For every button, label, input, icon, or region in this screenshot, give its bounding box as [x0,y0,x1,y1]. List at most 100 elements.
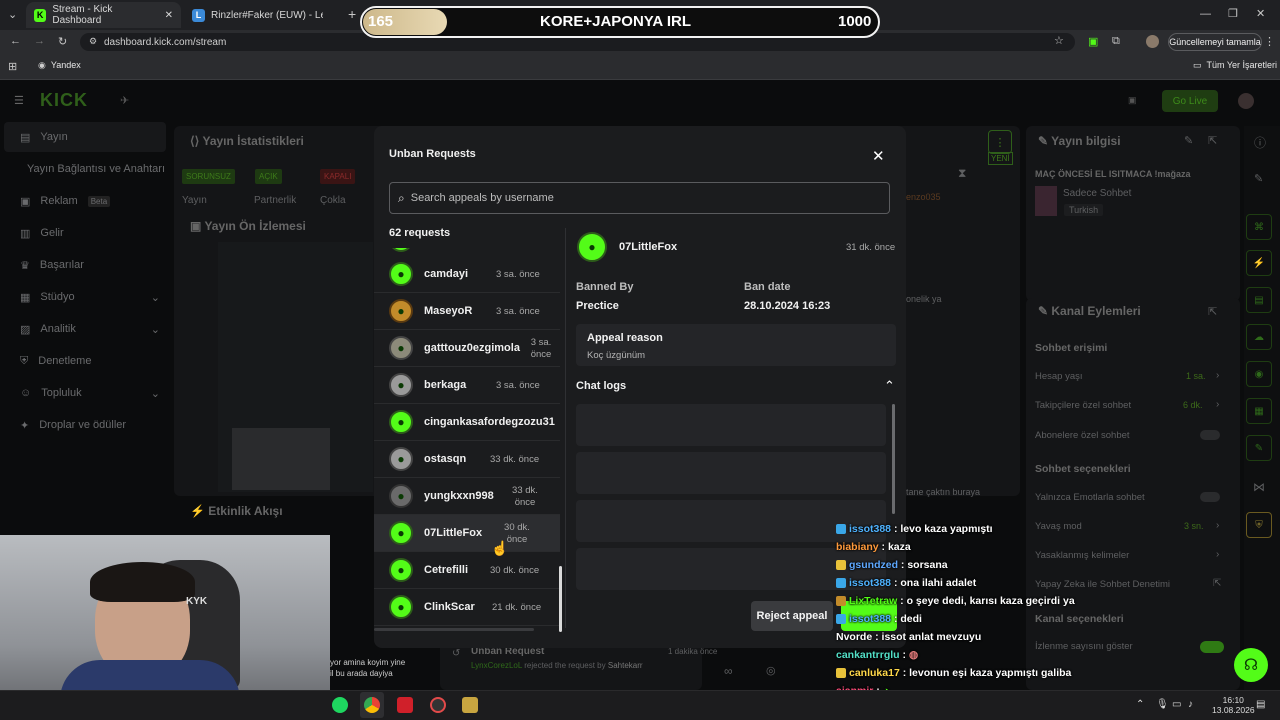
hamburger-icon[interactable]: ☰ [14,94,24,107]
sidebar-item-stream-key[interactable]: Yayın Bağlantısı ve Anahtarı [10,158,170,180]
request-row[interactable]: ● gatttouz0ezgimola 3 sa. önce [374,330,560,367]
viewer-count-toggle[interactable] [1200,641,1224,653]
rail-doc-icon[interactable]: ▤ [1246,287,1272,313]
sidebar-item-studio[interactable]: ▦ Stüdyo ⌄ [10,286,170,308]
chevron-up-icon[interactable]: ⌃ [884,378,895,394]
maximize-icon[interactable]: ❐ [1228,7,1238,20]
record-app-icon[interactable] [397,697,413,713]
rail-tool-icon[interactable]: ⌘ [1246,214,1272,240]
emote-only-toggle[interactable] [1200,492,1220,502]
request-row[interactable]: ● cingankasafordegzozu31 [374,404,560,441]
request-row[interactable]: ● ClinkScar 21 dk. önce [374,589,560,626]
request-row[interactable]: ● Cetrefilli 30 dk. önce [374,552,560,589]
rail-share-icon[interactable]: ⋈ [1253,480,1265,494]
setting-label[interactable]: Yavaş mod [1035,521,1082,532]
popout-icon[interactable]: ⇱ [1208,305,1217,318]
list-h-scrollbar[interactable] [374,628,534,631]
popout-icon[interactable]: ⇱ [1208,134,1217,147]
apps-grid-icon[interactable]: ⊞ [8,60,17,73]
tab-search-icon[interactable]: ⌄ [8,8,17,21]
tray-chevron-icon[interactable]: ⌃ [1136,699,1144,710]
rail-shield-icon[interactable]: ⛨ [1246,512,1272,538]
close-tab-icon[interactable]: ✕ [165,10,173,21]
sidebar-item-yayin[interactable]: ▤ Yayın [10,126,170,148]
search-input[interactable] [410,192,871,204]
site-info-icon[interactable]: ⚙ [89,36,97,47]
setting-label[interactable]: Takipçilere özel sohbet [1035,400,1131,411]
setting-label[interactable]: İzlenme sayısını göster [1035,641,1133,652]
mic-icon[interactable]: 🎙 [1156,699,1169,710]
sidebar-item-ads[interactable]: ▣ Reklam Beta [10,190,170,212]
sidebar-item-moderation[interactable]: ⛨ Denetleme [10,350,170,372]
profile-avatar[interactable] [1146,35,1159,48]
search-field[interactable]: ⌕ [389,182,890,214]
setting-label[interactable]: Yasaklanmış kelimeler [1035,550,1129,561]
tab-kick-dashboard[interactable]: K Stream - Kick Dashboard ✕ [26,2,181,28]
forward-icon[interactable]: → [34,35,45,47]
mod-icon[interactable]: ▣ [1128,95,1137,106]
all-bookmarks[interactable]: ▭ Tüm Yer İşaretleri [1193,60,1277,71]
chrome-icon[interactable] [364,697,380,713]
request-row[interactable]: ● MaseyoR 3 sa. önce [374,293,560,330]
go-live-button[interactable]: Go Live [1162,90,1218,112]
rail-layout-icon[interactable]: ▦ [1246,398,1272,424]
setting-label[interactable]: Yapay Zeka ile Sohbet Denetimi [1035,579,1170,590]
spotify-icon[interactable] [332,697,348,713]
external-link-icon[interactable]: ⇱ [1213,578,1221,589]
request-time: 33 dk. önce [512,485,538,508]
reject-appeal-button[interactable]: Reject appeal [751,601,833,631]
chevron-right-icon[interactable]: › [1216,399,1219,410]
chat-logs-scrollbar[interactable] [892,404,895,514]
minimize-icon[interactable]: — [1200,8,1211,20]
clock[interactable]: 16:10 13.08.2026 [1212,695,1255,715]
sidebar-item-drops[interactable]: ✦ Droplar ve ödüller [10,414,170,436]
request-row[interactable]: ● yungkxxn998 33 dk. önce [374,478,560,515]
rail-broadcast-icon[interactable]: ◉ [1246,361,1272,387]
user-avatar[interactable] [1238,93,1254,109]
back-icon[interactable]: ← [10,35,21,47]
extensions-puzzle-icon[interactable]: ⧉ [1112,35,1120,48]
edit-icon[interactable]: ✎ [1184,134,1193,147]
rail-bolt-icon[interactable]: ⚡ [1246,250,1272,276]
bookmark-yandex[interactable]: ◉ Yandex [38,60,81,71]
setting-label[interactable]: Hesap yaşı [1035,371,1083,382]
extension-icon[interactable]: ▣ [1088,35,1098,48]
panel-menu-icon[interactable]: ⋮ [988,130,1012,154]
kick-logo[interactable]: KICK [40,90,88,111]
sidebar-item-analytics[interactable]: ▨ Analitik ⌄ [10,318,170,340]
bookmark-star-icon[interactable]: ☆ [1054,34,1064,47]
new-tab-icon[interactable]: + [348,6,356,22]
tab-leagueofgraphs[interactable]: L Rinzler#Faker (EUW) - LeagueO [184,2,344,28]
update-button[interactable]: Güncellemeyi tamamla [1168,33,1262,51]
menu-dots-icon[interactable]: ⋮ [1264,35,1275,48]
support-chat-icon[interactable]: ☊ [1234,648,1268,682]
sidebar-item-community[interactable]: ☺ Topluluk ⌄ [10,382,170,404]
request-row[interactable]: ● ostasqn 33 dk. önce [374,441,560,478]
network-icon[interactable]: ▭ [1172,699,1181,710]
rail-wrench-icon[interactable]: ✎ [1246,435,1272,461]
request-row-selected[interactable]: ● 07LittleFox 30 dk. önce [374,515,560,552]
rail-chat-icon[interactable]: ☁ [1246,324,1272,350]
request-row[interactable]: ● berkaga 3 sa. önce [374,367,560,404]
reload-icon[interactable]: ↻ [58,35,67,48]
setting-label[interactable]: Yalnızca Emotlarla sohbet [1035,492,1145,503]
chevron-right-icon[interactable]: › [1216,370,1219,381]
notification-icon[interactable]: ▤ [1256,699,1265,710]
subscriber-only-toggle[interactable] [1200,430,1220,440]
window-close-icon[interactable]: ✕ [1256,7,1265,20]
setting-label[interactable]: Abonelere özel sohbet [1035,430,1130,441]
obs-icon[interactable] [430,697,446,713]
chevron-right-icon[interactable]: › [1216,549,1219,560]
sidebar-item-achievements[interactable]: ♛ Başarılar [10,254,170,276]
close-icon[interactable]: ✕ [872,147,885,165]
request-row[interactable]: ● camdayi 3 sa. önce [374,256,560,293]
sidebar-item-revenue[interactable]: ▥ Gelir [10,222,170,244]
league-client-icon[interactable] [462,697,478,713]
volume-icon[interactable]: ♪ [1188,699,1193,710]
list-scrollbar[interactable] [559,566,562,632]
chevron-right-icon[interactable]: › [1216,520,1219,531]
info-icon[interactable]: ⓘ [1254,134,1266,151]
collapse-icon[interactable]: ⟨⟩ [190,134,202,148]
pin-icon[interactable]: ✈ [120,94,129,107]
pencil-icon[interactable]: ✎ [1254,172,1263,185]
